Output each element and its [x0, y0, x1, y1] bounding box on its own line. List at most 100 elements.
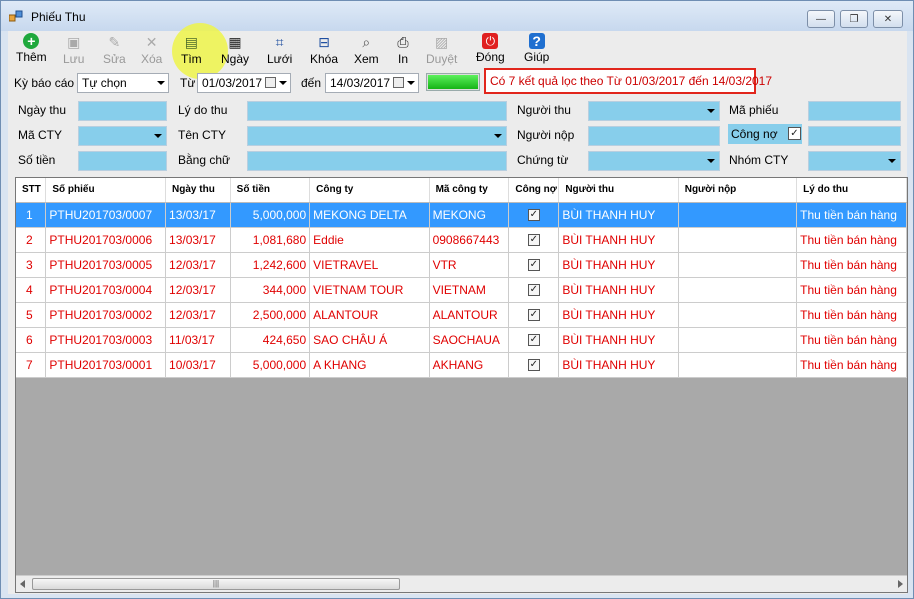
chevron-down-icon [154, 134, 162, 138]
from-date-picker[interactable]: 01/03/2017 [197, 73, 291, 93]
cell-ly-do-thu: Thu tiền bán hàng [796, 227, 907, 253]
toolbar-button-8[interactable]: ⌕ Xem [354, 33, 379, 67]
scroll-left-icon[interactable] [20, 580, 25, 588]
toolbar-button-9[interactable]: ⎙ In [394, 33, 412, 67]
cell-so-phieu: PTHU201703/0006 [45, 227, 167, 253]
table-row[interactable]: 5 PTHU201703/0002 12/03/17 2,500,000 ALANTOU… [16, 302, 907, 328]
horizontal-scrollbar[interactable]: ||| [16, 575, 907, 592]
scroll-right-icon[interactable] [898, 580, 903, 588]
receipt-grid[interactable]: STT Số phiếu Ngày thu Số tiền Công ty Mã công… [15, 177, 908, 593]
toolbar-button-label: Thêm [16, 50, 47, 64]
column-header[interactable]: Ngày thu [165, 178, 231, 203]
cell-stt: 6 [16, 327, 47, 353]
add-icon: + [23, 33, 40, 49]
column-header[interactable]: Người nộp [678, 178, 798, 203]
toolbar-button-label: Sửa [103, 52, 126, 66]
nguoi-thu-select[interactable] [588, 101, 720, 121]
nhom-cty-select[interactable] [808, 151, 901, 171]
bang-chu-field[interactable] [247, 151, 507, 171]
table-row[interactable]: 6 PTHU201703/0003 11/03/17 424,650 SAO CHÂU … [16, 327, 907, 353]
cong-no-checkbox[interactable]: ✓ [527, 284, 540, 297]
cell-so-phieu: PTHU201703/0002 [45, 302, 167, 328]
cell-ngay-thu: 12/03/17 [165, 302, 231, 328]
toolbar-button-label: Duyệt [426, 52, 458, 66]
column-header[interactable]: Số tiền [230, 178, 311, 203]
table-row[interactable]: 4 PTHU201703/0004 12/03/17 344,000 VIETNAM T… [16, 277, 907, 303]
cell-ly-do-thu: Thu tiền bán hàng [796, 277, 907, 303]
column-header[interactable]: Công nợ [508, 178, 560, 203]
column-header[interactable]: Người thu [558, 178, 679, 203]
cong-no-checkbox[interactable]: ✓ [527, 359, 540, 372]
cell-cong-ty: SAO CHÂU Á [309, 327, 430, 353]
toolbar: + Thêm ▣ Lưu ✎ Sửa ✕ Xóa ▤ Tìm ▦ Ngày ⌗ Lưới ⊟ Khóa ⌕ Xem… [8, 31, 907, 67]
cong-no-field[interactable] [808, 126, 901, 146]
ly-do-thu-field[interactable] [247, 101, 507, 121]
scroll-thumb[interactable]: ||| [32, 578, 400, 590]
column-header[interactable]: Công ty [309, 178, 430, 203]
chung-tu-select[interactable] [588, 151, 720, 171]
cell-ngay-thu: 13/03/17 [165, 202, 231, 228]
toolbar-button-1[interactable]: ▣ Lưu [63, 33, 84, 67]
progress-bar [426, 73, 480, 91]
toolbar-button-7[interactable]: ⊟ Khóa [310, 33, 338, 67]
maximize-button[interactable]: ❐ [840, 10, 868, 28]
toolbar-button-12[interactable]: ? Giúp [524, 33, 549, 67]
cell-nguoi-thu: BÙI THANH HUY [558, 252, 679, 278]
toolbar-button-2[interactable]: ✎ Sửa [103, 33, 126, 67]
close-button[interactable]: ✕ [873, 10, 903, 28]
ma-cty-select[interactable] [78, 126, 167, 146]
table-row[interactable]: 2 PTHU201703/0006 13/03/17 1,081,680 Eddie 09… [16, 227, 907, 253]
toolbar-button-0[interactable]: + Thêm [16, 33, 47, 67]
table-row[interactable]: 7 PTHU201703/0001 10/03/17 5,000,000 A KHANG… [16, 352, 907, 378]
grid-table: STT Số phiếu Ngày thu Số tiền Công ty Mã công… [16, 178, 907, 378]
toolbar-button-5[interactable]: ▦ Ngày [221, 33, 249, 67]
column-header[interactable]: Số phiếu [45, 178, 167, 203]
table-row[interactable]: 3 PTHU201703/0005 12/03/17 1,242,600 VIETRAV… [16, 252, 907, 278]
nguoi-thu-label: Người thu [517, 103, 571, 117]
nguoi-nop-field[interactable] [588, 126, 720, 146]
ten-cty-select[interactable] [247, 126, 507, 146]
ngay-thu-field[interactable] [78, 101, 167, 121]
to-date-picker[interactable]: 14/03/2017 [325, 73, 419, 93]
ma-phieu-field[interactable] [808, 101, 901, 121]
column-header[interactable]: Lý do thu [796, 178, 907, 203]
report-period-select[interactable]: Tự chọn [77, 73, 169, 93]
lock-icon: ⊟ [318, 33, 330, 50]
cell-so-tien: 1,242,600 [230, 252, 311, 278]
cell-so-tien: 5,000,000 [230, 202, 311, 228]
cell-so-phieu: PTHU201703/0005 [45, 252, 167, 278]
nhom-cty-label: Nhóm CTY [729, 153, 789, 167]
so-tien-field[interactable] [78, 151, 167, 171]
minimize-button[interactable]: — [807, 10, 835, 28]
cell-ma-cong-ty: ALANTOUR [429, 302, 510, 328]
cell-nguoi-nop [678, 202, 798, 228]
cong-no-checkbox[interactable]: ✓ [527, 309, 540, 322]
cell-cong-ty: A KHANG [309, 352, 430, 378]
cong-no-filter[interactable]: Công nợ ✓ [728, 124, 802, 144]
ten-cty-label: Tên CTY [178, 128, 227, 142]
toolbar-button-10[interactable]: ▨ Duyệt [426, 33, 457, 67]
cong-no-checkbox[interactable]: ✓ [788, 127, 801, 140]
toolbar-button-4[interactable]: ▤ Tìm [181, 33, 202, 67]
column-header[interactable]: STT [16, 178, 47, 203]
cong-no-checkbox[interactable]: ✓ [527, 234, 540, 247]
calendar-icon [393, 77, 404, 88]
cell-cong-no: ✓ [508, 252, 560, 278]
column-header[interactable]: Mã công ty [429, 178, 510, 203]
cell-ma-cong-ty: AKHANG [429, 352, 510, 378]
cell-cong-ty: MEKONG DELTA [309, 202, 430, 228]
cell-so-tien: 424,650 [230, 327, 311, 353]
cong-no-checkbox[interactable]: ✓ [527, 209, 540, 222]
cong-no-checkbox[interactable]: ✓ [527, 334, 540, 347]
toolbar-button-3[interactable]: ✕ Xóa [141, 33, 162, 67]
toolbar-button-label: Khóa [310, 52, 339, 66]
bang-chu-label: Bằng chữ [178, 153, 231, 167]
title-bar[interactable]: Phiếu Thu — ❐ ✕ [1, 1, 913, 31]
cong-no-checkbox[interactable]: ✓ [527, 259, 540, 272]
client-area: + Thêm ▣ Lưu ✎ Sửa ✕ Xóa ▤ Tìm ▦ Ngày ⌗ Lưới ⊟ Khóa ⌕ Xem… [8, 23, 908, 594]
cell-cong-ty: Eddie [309, 227, 430, 253]
cell-so-phieu: PTHU201703/0003 [45, 327, 167, 353]
table-row[interactable]: 1 PTHU201703/0007 13/03/17 5,000,000 MEKONG … [16, 202, 907, 228]
toolbar-button-11[interactable]: ⏻ Đóng [476, 33, 505, 67]
toolbar-button-6[interactable]: ⌗ Lưới [267, 33, 292, 67]
